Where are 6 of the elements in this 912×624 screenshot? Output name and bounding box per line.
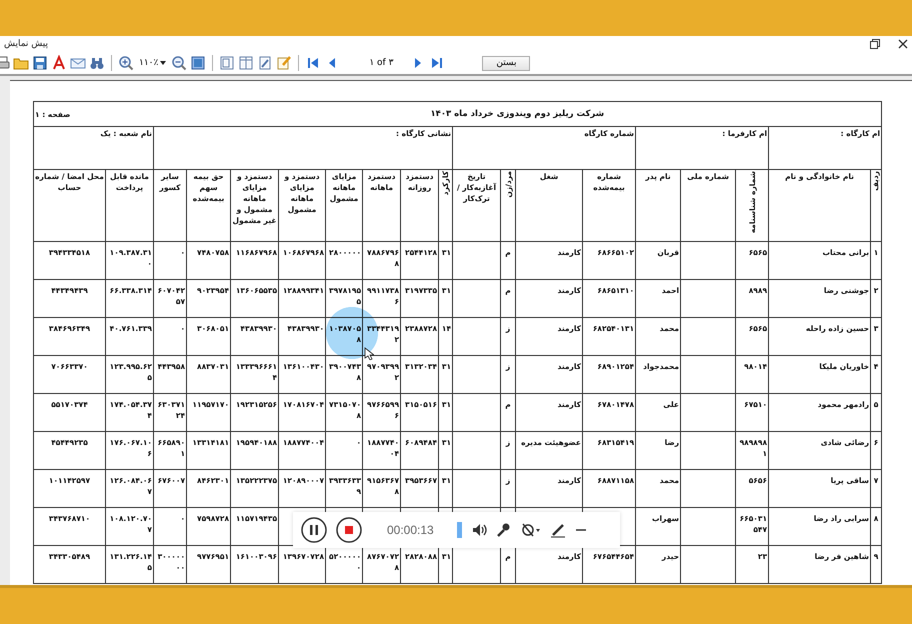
zoom-dropdown[interactable]: ۱۱۰٪ <box>137 58 168 68</box>
close-button[interactable]: بستن <box>482 56 530 70</box>
recording-time: 00:00:13 <box>387 523 434 537</box>
page-indicator: ۱ of ۳ <box>368 58 394 68</box>
window-title: پیش نمایش <box>4 39 48 49</box>
report-title: شرکت ریلیز دوم ویندوزی خرداد ماه ۱۴۰۳ <box>430 108 604 118</box>
